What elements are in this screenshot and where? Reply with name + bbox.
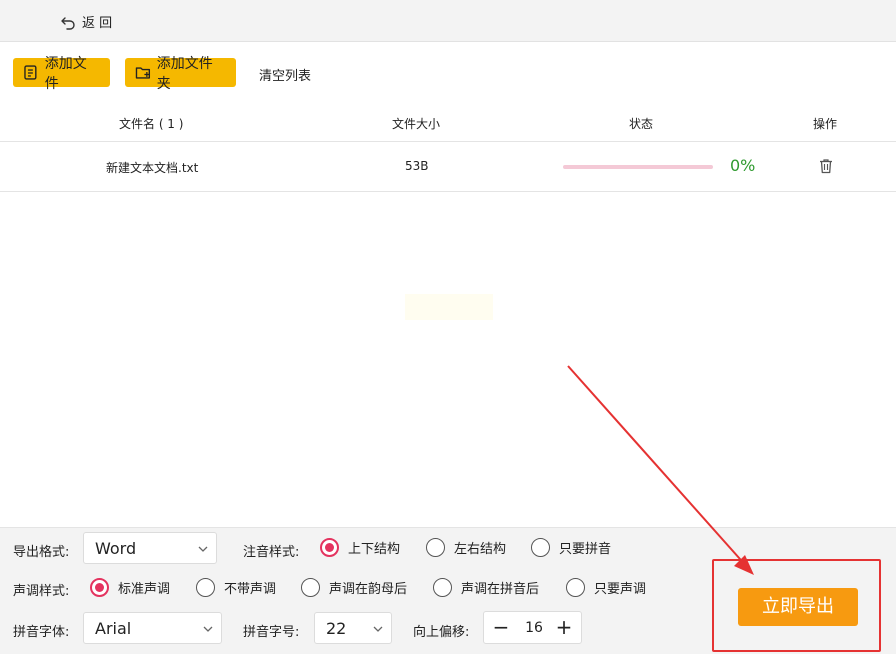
radio-annotation-top-bottom[interactable]: 上下结构	[320, 538, 400, 557]
radio-annotation-pinyin-only[interactable]: 只要拼音	[531, 538, 611, 557]
decrement-button[interactable]: −	[489, 615, 513, 639]
add-file-icon	[24, 65, 37, 80]
increment-button[interactable]: +	[552, 615, 576, 639]
radio-tone-after-final[interactable]: 声调在韵母后	[301, 578, 407, 597]
export-format-label: 导出格式:	[13, 545, 70, 560]
export-format-select[interactable]: Word	[83, 532, 217, 564]
radio-dot	[320, 538, 339, 557]
radio-label: 标准声调	[118, 582, 171, 597]
pinyin-font-label: 拼音字体:	[13, 625, 70, 640]
file-size: 53B	[405, 159, 429, 173]
clear-list-button[interactable]: 清空列表	[259, 65, 311, 84]
pinyin-size-label: 拼音字号:	[243, 625, 300, 640]
chevron-down-icon	[373, 626, 383, 632]
radio-dot	[433, 578, 452, 597]
radio-label: 左右结构	[454, 542, 507, 557]
export-format-value: Word	[95, 539, 137, 558]
pinyin-font-value: Arial	[95, 619, 132, 638]
radio-tone-after-pinyin[interactable]: 声调在拼音后	[433, 578, 539, 597]
radio-dot	[566, 578, 585, 597]
table-row[interactable]: 新建文本文档.txt 53B 0%	[0, 142, 896, 192]
radio-label: 只要声调	[594, 582, 647, 597]
export-now-button[interactable]: 立即导出	[738, 588, 858, 626]
radio-dot	[90, 578, 109, 597]
radio-dot	[426, 538, 445, 557]
progress-percent: 0%	[730, 156, 756, 175]
header-action: 操作	[813, 117, 838, 131]
table-header: 文件名 ( 1 ) 文件大小 状态 操作	[0, 102, 896, 142]
header-filename: 文件名 ( 1 )	[119, 117, 184, 131]
radio-label: 声调在韵母后	[329, 582, 408, 597]
radio-dot	[301, 578, 320, 597]
chevron-down-icon	[203, 626, 213, 632]
radio-label: 声调在拼音后	[461, 582, 540, 597]
radio-tone-none[interactable]: 不带声调	[196, 578, 276, 597]
add-file-label: 添加文件	[44, 55, 87, 92]
radio-label: 只要拼音	[559, 542, 612, 557]
faint-placeholder	[405, 294, 493, 320]
header-filesize: 文件大小	[392, 117, 441, 131]
add-folder-icon	[135, 67, 151, 79]
radio-tone-only[interactable]: 只要声调	[566, 578, 646, 597]
radio-label: 上下结构	[348, 542, 401, 557]
offset-up-label: 向上偏移:	[413, 625, 470, 640]
back-arrow-icon	[61, 16, 75, 30]
progress-bar	[563, 165, 713, 169]
pinyin-size-select[interactable]: 22	[314, 612, 392, 644]
pinyin-font-select[interactable]: Arial	[83, 612, 222, 644]
add-folder-button[interactable]: 添加文件夹	[125, 56, 236, 92]
tone-style-label: 声调样式:	[13, 584, 70, 599]
top-bar: 返 回	[0, 0, 896, 42]
annotation-style-label: 注音样式:	[243, 545, 300, 560]
radio-label: 不带声调	[224, 582, 277, 597]
radio-annotation-left-right[interactable]: 左右结构	[426, 538, 506, 557]
pinyin-size-value: 22	[326, 619, 347, 638]
header-status: 状态	[629, 117, 654, 131]
chevron-down-icon	[198, 546, 208, 552]
add-file-button[interactable]: 添加文件	[13, 56, 110, 92]
offset-stepper: − 16 +	[483, 611, 582, 644]
offset-value[interactable]: 16	[524, 620, 544, 636]
add-folder-label: 添加文件夹	[156, 55, 213, 92]
radio-dot	[531, 538, 550, 557]
radio-tone-standard[interactable]: 标准声调	[90, 578, 170, 597]
file-name: 新建文本文档.txt	[106, 161, 199, 175]
toolbar: 添加文件 添加文件夹 清空列表	[0, 42, 896, 102]
back-button[interactable]: 返 回	[60, 12, 112, 31]
back-label: 返 回	[82, 16, 113, 31]
trash-icon[interactable]	[818, 158, 834, 174]
radio-dot	[196, 578, 215, 597]
